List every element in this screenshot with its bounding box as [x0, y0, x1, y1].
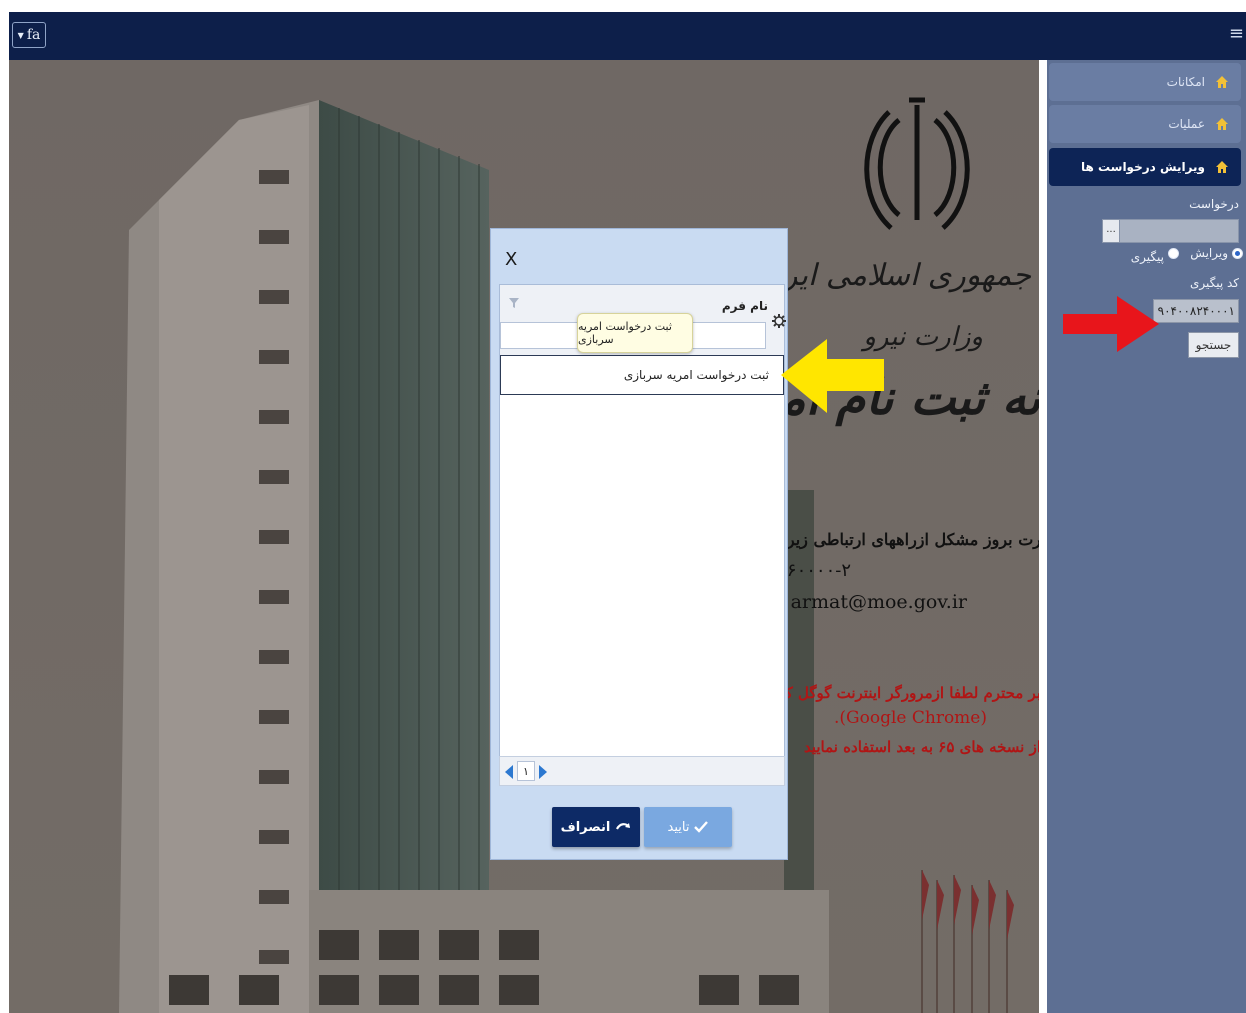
column-title: نام فرم [721, 299, 768, 313]
app-frame: ▼ fa ≡ جمهوری اسلامی ایران وزارت نیرو نه… [9, 12, 1246, 1013]
support-email: armat@moe.gov.ir [790, 591, 967, 613]
confirm-label: تایید [667, 819, 690, 835]
code-label: کد پیگیری [1189, 276, 1239, 290]
radio-edit[interactable] [1232, 248, 1243, 259]
browser-warning-line1: بر محترم لطفا ازمرورگر اینترنت گوگل کرو [770, 684, 1039, 702]
sidebar-item-facilities[interactable]: امکانات [1049, 63, 1241, 101]
menu-icon[interactable]: ≡ [1229, 24, 1244, 44]
check-icon [694, 821, 709, 833]
gear-icon[interactable] [771, 313, 787, 329]
sidebar-item-label: عملیات [1168, 117, 1205, 131]
undo-icon [616, 823, 631, 830]
sidebar: امکانات عملیات ویرایش درخواست ها درخواست… [1047, 60, 1246, 1013]
close-button[interactable]: X [505, 249, 517, 270]
red-arrow-icon [1063, 296, 1159, 352]
cancel-label: انصراف [560, 819, 611, 835]
sidebar-item-label: ویرایش درخواست ها [1080, 160, 1205, 174]
radio-followup-label: پیگیری [1130, 250, 1164, 264]
form-grid: نام فرم ثبت درخواست امریه سربازی [499, 284, 785, 784]
browser-warning-line3: از نسخه های ۶۵ به بعد استفاده نمایید [803, 738, 1039, 756]
confirm-button[interactable]: تایید [644, 807, 732, 847]
request-picker-button[interactable]: ... [1102, 219, 1120, 243]
sidebar-item-edit-requests[interactable]: ویرایش درخواست ها [1049, 148, 1241, 186]
filter-icon[interactable] [508, 297, 520, 309]
tracking-code-field[interactable]: ۹۰۴۰۰۸۲۴۰۰۰۱ [1153, 299, 1239, 323]
table-row[interactable]: ثبت درخواست امریه سربازی [500, 355, 784, 395]
home-icon [1216, 161, 1228, 173]
radio-followup[interactable] [1168, 248, 1179, 259]
yellow-arrow-icon [781, 339, 884, 413]
cancel-button[interactable]: انصراف [552, 807, 640, 847]
home-icon [1216, 76, 1228, 88]
radio-edit-label: ویرایش [1190, 246, 1228, 260]
sidebar-item-label: امکانات [1166, 75, 1205, 89]
row-form-name: ثبت درخواست امریه سربازی [623, 368, 769, 382]
language-select[interactable]: ▼ fa [12, 22, 46, 48]
chevron-down-icon: ▼ [17, 30, 24, 40]
sidebar-item-operations[interactable]: عملیات [1049, 105, 1241, 143]
browser-warning-line2: .(Google Chrome) [834, 708, 987, 728]
pager-next-icon[interactable] [539, 765, 547, 779]
request-label: درخواست [1189, 197, 1239, 211]
pager-page-number[interactable]: ۱ [517, 761, 535, 781]
form-select-dialog: X نام فرم ثبت درخواست امریه سربازی ثبت د… [490, 228, 788, 860]
request-input[interactable] [1102, 219, 1239, 243]
top-bar: ▼ fa ≡ [9, 12, 1246, 60]
home-icon [1216, 118, 1228, 130]
pager-prev-icon[interactable] [505, 765, 513, 779]
language-value: fa [26, 27, 41, 43]
pager: ۱ [499, 756, 785, 786]
search-button[interactable]: جستجو [1188, 332, 1239, 358]
row-tooltip: ثبت درخواست امریه سربازی [577, 313, 693, 353]
title-iran: جمهوری اسلامی ایران [752, 258, 1031, 293]
